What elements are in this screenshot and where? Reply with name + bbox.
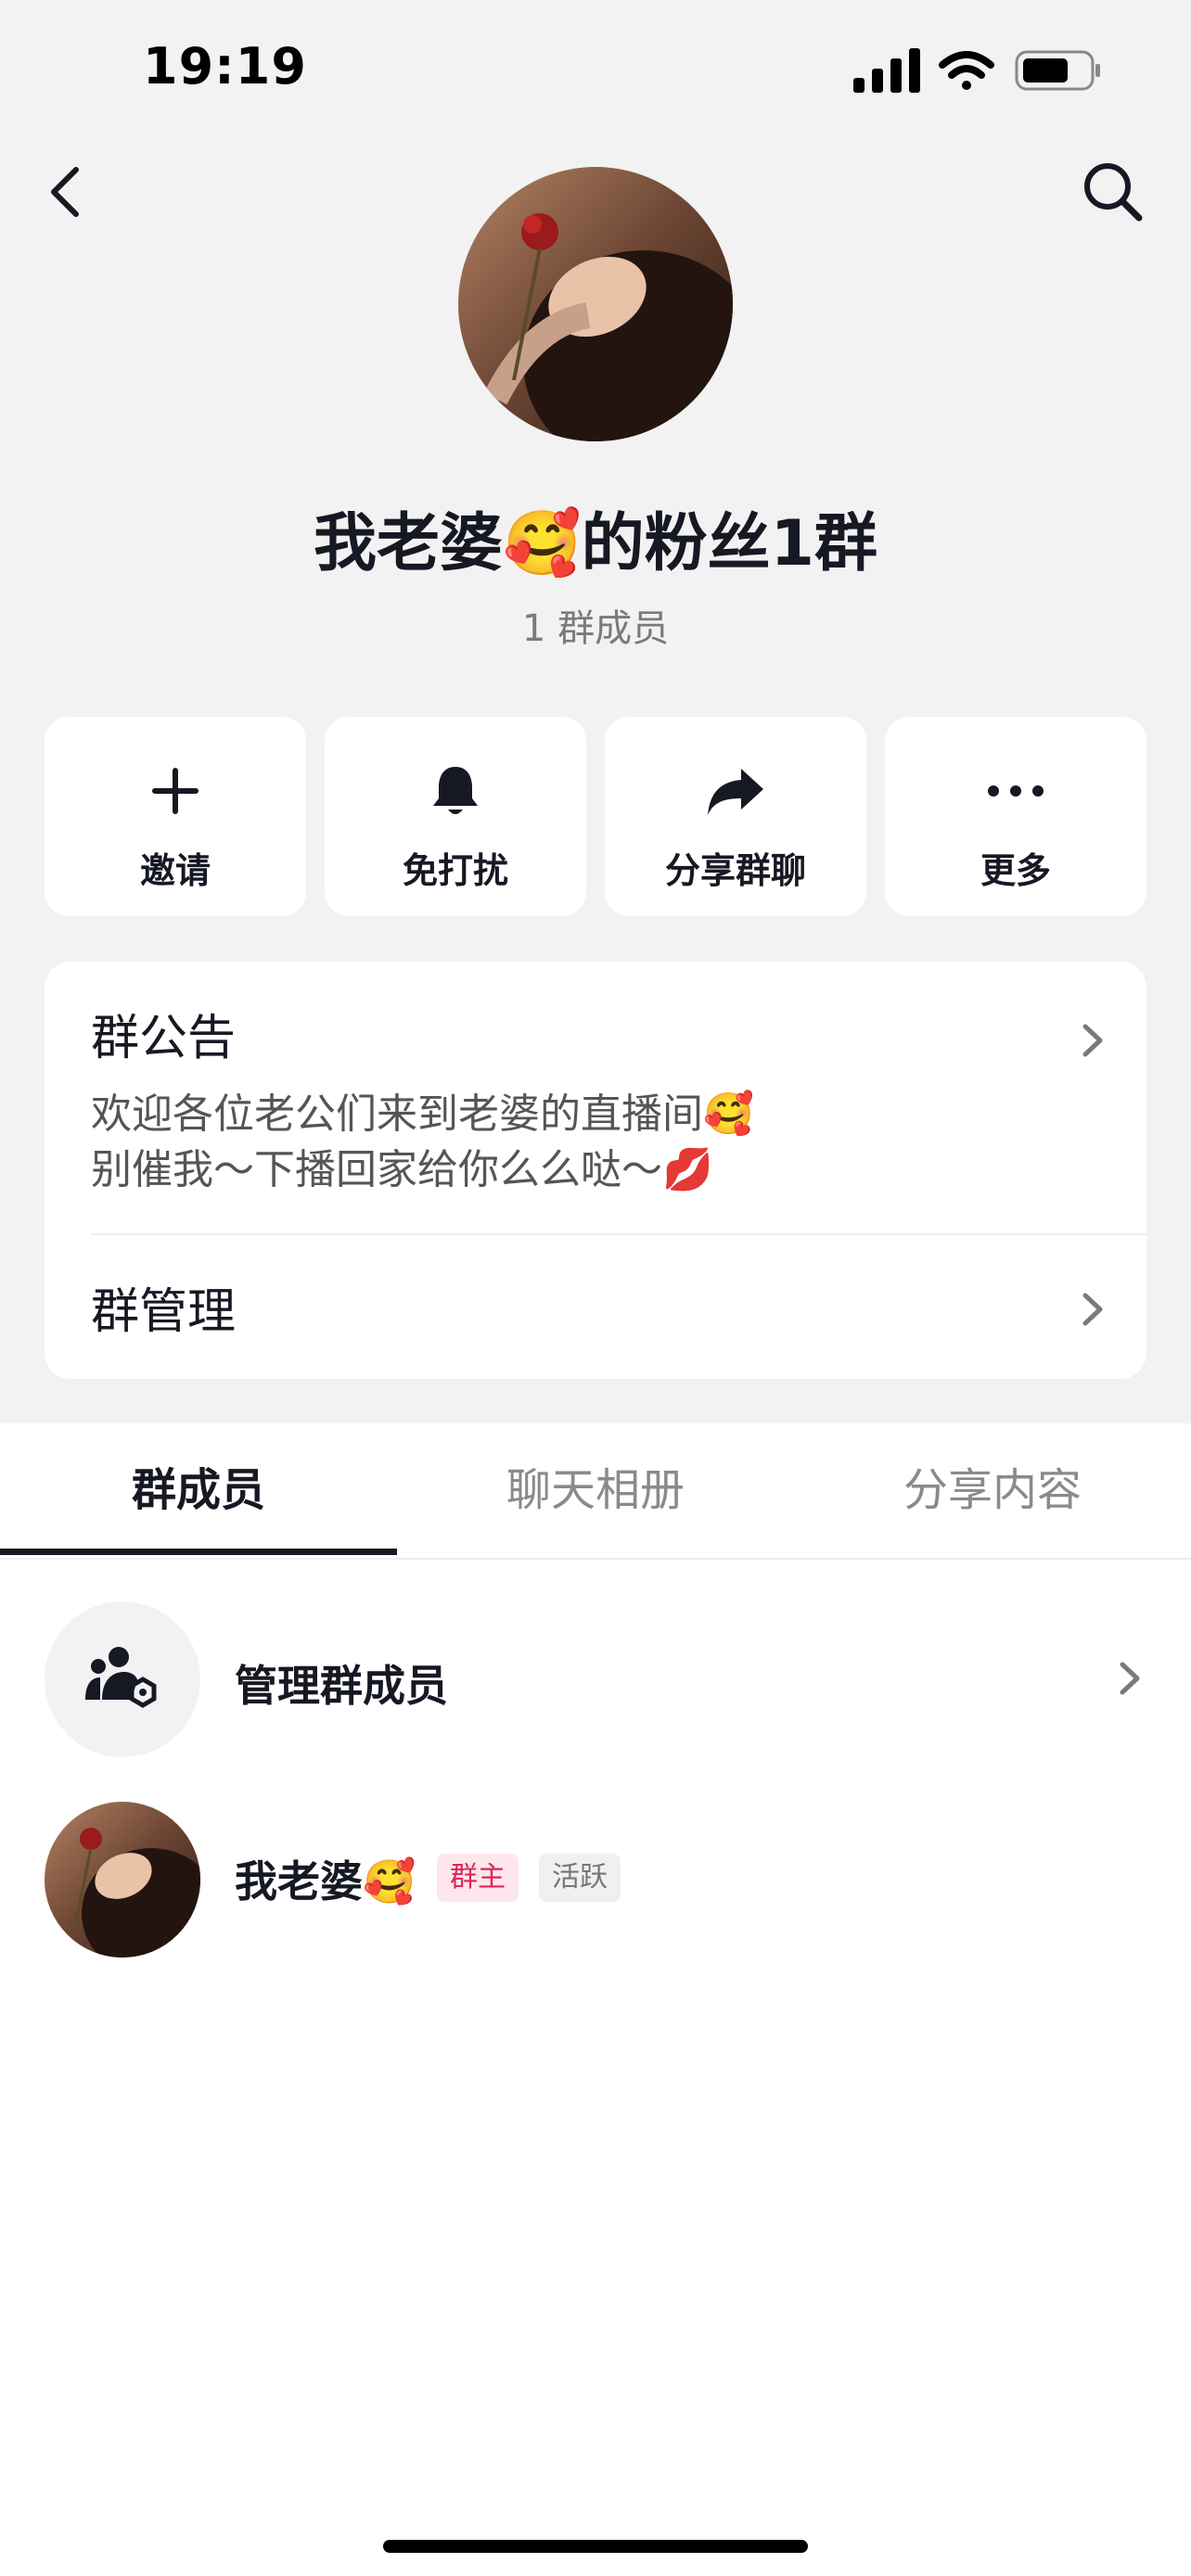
chevron-right-icon — [1120, 1662, 1140, 1695]
active-tab-indicator — [0, 1549, 397, 1555]
invite-label: 邀请 — [139, 850, 211, 891]
notice-content: 欢迎各位老公们来到老婆的直播间🥰 别催我～下播回家给你么么哒～💋 — [91, 1087, 754, 1198]
member-row[interactable]: 我老婆🥰 群主 活跃 — [45, 1802, 1148, 1958]
manage-members-icon-wrap — [45, 1601, 200, 1757]
mute-label: 免打扰 — [402, 850, 508, 891]
notice-title: 群公告 — [91, 1011, 237, 1066]
status-time: 19:19 — [143, 37, 307, 96]
share-icon — [708, 769, 763, 815]
bell-icon — [433, 767, 478, 814]
search-button[interactable] — [1076, 155, 1150, 229]
active-badge: 活跃 — [539, 1854, 621, 1902]
more-icon — [988, 785, 1044, 797]
tab-chat-album[interactable]: 聊天相册 — [397, 1423, 794, 1558]
home-indicator[interactable] — [383, 2540, 808, 2553]
wifi-icon — [939, 51, 994, 90]
chevron-right-icon — [1082, 1024, 1103, 1057]
notice-line-2: 别催我～下播回家给你么么哒～💋 — [91, 1146, 713, 1193]
manage-members-label: 管理群成员 — [235, 1661, 448, 1711]
tab-members[interactable]: 群成员 — [0, 1423, 397, 1558]
signal-icon — [853, 48, 920, 93]
chevron-left-icon — [51, 167, 79, 217]
search-icon — [1084, 163, 1143, 222]
notice-section[interactable]: 群公告 欢迎各位老公们来到老婆的直播间🥰 别催我～下播回家给你么么哒～💋 — [45, 962, 1146, 1233]
plus-icon — [152, 768, 198, 814]
invite-button[interactable]: 邀请 — [45, 717, 306, 916]
mute-button[interactable]: 免打扰 — [325, 717, 586, 916]
more-button[interactable]: 更多 — [885, 717, 1146, 916]
group-name: 我老婆🥰的粉丝1群 — [314, 507, 877, 580]
share-group-button[interactable]: 分享群聊 — [605, 717, 866, 916]
battery-icon — [1015, 50, 1100, 91]
group-management-row[interactable]: 群管理 — [45, 1235, 1146, 1379]
manage-members-icon — [85, 1647, 157, 1708]
tab-bar: 群成员 聊天相册 分享内容 — [0, 1423, 1191, 1560]
chevron-right-icon — [1082, 1293, 1103, 1326]
manage-members-row[interactable]: 管理群成员 — [45, 1601, 1148, 1757]
management-title: 群管理 — [91, 1284, 237, 1340]
status-icons — [853, 46, 1104, 95]
share-group-label: 分享群聊 — [664, 850, 806, 891]
member-name: 我老婆🥰 — [235, 1856, 416, 1906]
member-count: 1 群成员 — [521, 607, 670, 650]
more-label: 更多 — [980, 850, 1051, 891]
group-info-card: 群公告 欢迎各位老公们来到老婆的直播间🥰 别催我～下播回家给你么么哒～💋 群管理 — [45, 962, 1146, 1379]
back-button[interactable] — [28, 155, 102, 229]
member-avatar — [45, 1802, 200, 1958]
tab-shared-content[interactable]: 分享内容 — [794, 1423, 1191, 1558]
owner-badge: 群主 — [437, 1854, 519, 1902]
notice-line-1: 欢迎各位老公们来到老婆的直播间🥰 — [91, 1090, 754, 1138]
group-avatar[interactable] — [458, 167, 733, 441]
